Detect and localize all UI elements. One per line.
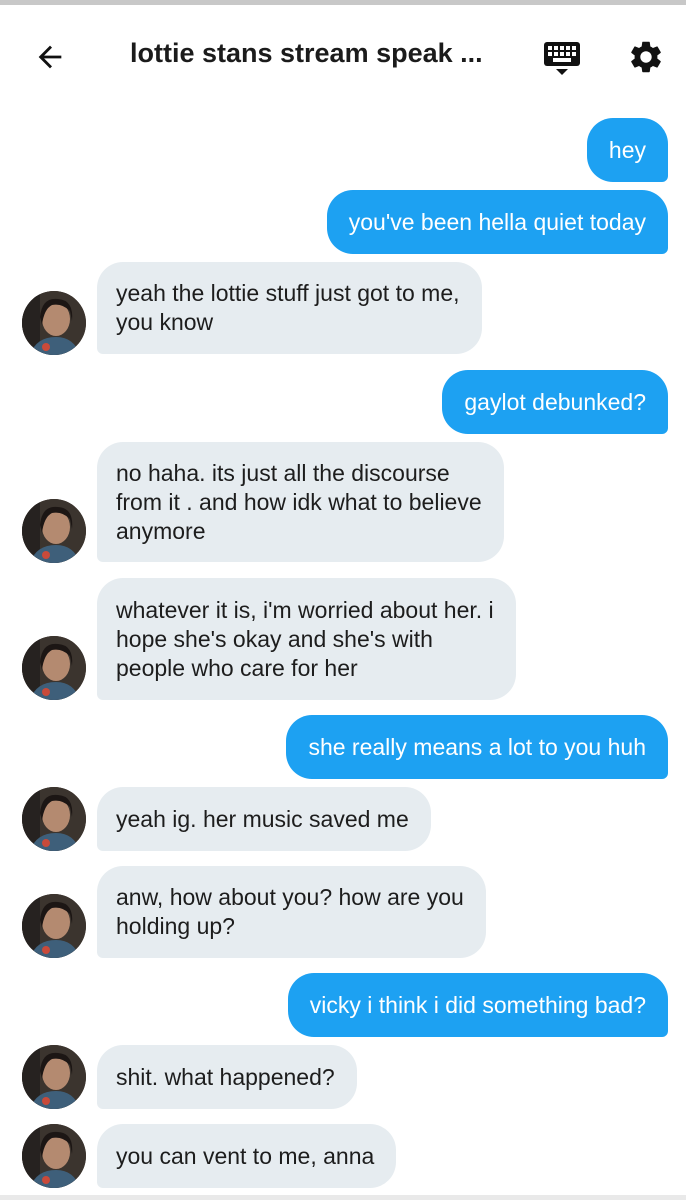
outgoing-message[interactable]: hey bbox=[586, 118, 668, 182]
settings-button[interactable] bbox=[622, 33, 670, 81]
incoming-message[interactable]: anw, how about you? how are you holding … bbox=[97, 866, 486, 958]
conversation-title[interactable]: lottie stans stream speak ... bbox=[130, 38, 500, 69]
avatar[interactable] bbox=[22, 1045, 86, 1109]
message-list[interactable]: hey you've been hella quiet today yeah t… bbox=[0, 105, 686, 1195]
avatar[interactable] bbox=[22, 499, 86, 563]
incoming-message[interactable]: you can vent to me, anna bbox=[97, 1124, 397, 1188]
back-button[interactable] bbox=[26, 33, 74, 81]
avatar[interactable] bbox=[22, 1124, 86, 1188]
avatar[interactable] bbox=[22, 787, 86, 851]
avatar[interactable] bbox=[22, 291, 86, 355]
incoming-message[interactable]: yeah ig. her music saved me bbox=[97, 787, 431, 851]
outgoing-message[interactable]: gaylot debunked? bbox=[442, 370, 668, 434]
arrow-left-icon bbox=[38, 45, 62, 69]
gear-icon bbox=[631, 41, 661, 73]
avatar[interactable] bbox=[22, 636, 86, 700]
keyboard-icon bbox=[544, 42, 580, 75]
incoming-message[interactable]: whatever it is, i'm worried about her. i… bbox=[97, 578, 516, 700]
avatar[interactable] bbox=[22, 894, 86, 958]
incoming-message[interactable]: no haha. its just all the discourse from… bbox=[97, 442, 504, 562]
incoming-message[interactable]: shit. what happened? bbox=[97, 1045, 357, 1109]
keyboard-button[interactable] bbox=[538, 35, 586, 83]
conversation-header: lottie stans stream speak ... bbox=[0, 5, 686, 105]
bottom-edge bbox=[0, 1195, 686, 1200]
outgoing-message[interactable]: she really means a lot to you huh bbox=[286, 715, 668, 779]
outgoing-message[interactable]: vicky i think i did something bad? bbox=[287, 973, 668, 1037]
incoming-message[interactable]: yeah the lottie stuff just got to me, yo… bbox=[97, 262, 482, 354]
outgoing-message[interactable]: you've been hella quiet today bbox=[326, 190, 668, 254]
